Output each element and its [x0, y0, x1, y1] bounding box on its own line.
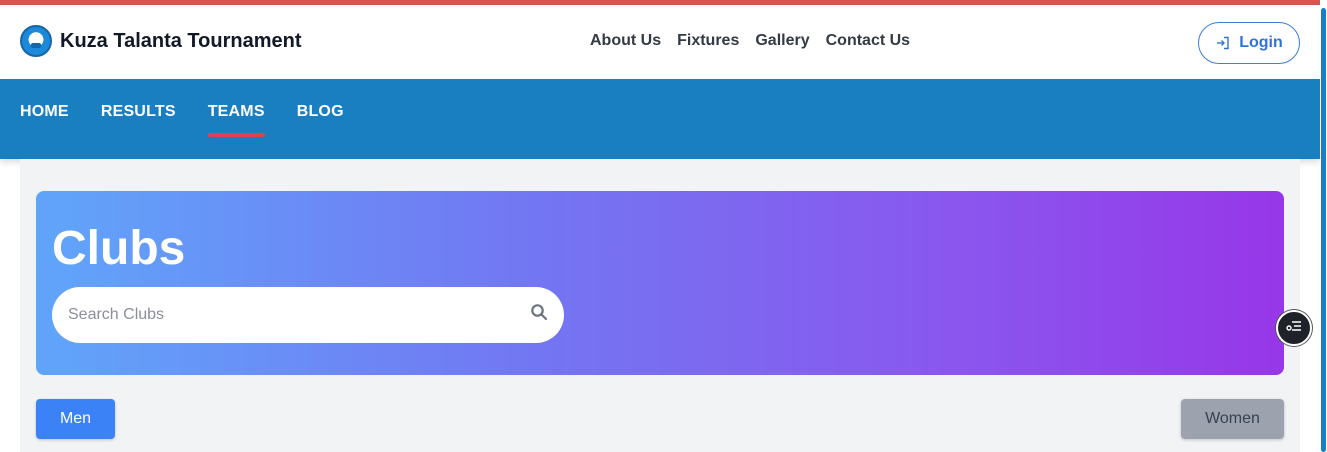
nav-link-about-us[interactable]: About Us: [590, 32, 661, 50]
scrollbar-thumb[interactable]: [1321, 8, 1326, 452]
page-title: Clubs: [52, 222, 186, 275]
list-settings-icon: [1286, 319, 1302, 338]
nav-link-gallery[interactable]: Gallery: [755, 32, 809, 50]
login-label: Login: [1239, 34, 1283, 51]
men-button[interactable]: Men: [36, 399, 115, 439]
main-nav-results[interactable]: RESULTS: [101, 103, 176, 121]
main-nav-bar: HOME RESULTS TEAMS BLOG: [0, 79, 1320, 159]
login-button[interactable]: Login: [1198, 22, 1300, 64]
main-content: Clubs Men Women: [20, 159, 1300, 452]
brand-name: Kuza Talanta Tournament: [60, 29, 302, 52]
football-logo-icon: [20, 25, 52, 57]
top-header: Kuza Talanta Tournament About Us Fixture…: [0, 5, 1320, 79]
main-nav-home[interactable]: HOME: [20, 103, 69, 121]
nav-link-fixtures[interactable]: Fixtures: [677, 32, 739, 50]
nav-link-contact-us[interactable]: Contact Us: [826, 32, 910, 50]
clubs-hero-banner: Clubs: [36, 191, 1284, 375]
floating-menu-button[interactable]: [1276, 310, 1312, 346]
main-nav: HOME RESULTS TEAMS BLOG: [20, 103, 344, 137]
search-input[interactable]: [52, 287, 512, 343]
main-nav-blog[interactable]: BLOG: [297, 103, 344, 121]
women-button[interactable]: Women: [1181, 399, 1284, 439]
top-nav: About Us Fixtures Gallery Contact Us: [590, 32, 910, 50]
search-box: [52, 287, 564, 343]
brand[interactable]: Kuza Talanta Tournament: [20, 25, 302, 57]
main-nav-teams[interactable]: TEAMS: [207, 103, 265, 137]
login-icon: [1215, 35, 1231, 51]
search-icon[interactable]: [530, 303, 548, 326]
scrollbar-track[interactable]: [1320, 0, 1327, 452]
